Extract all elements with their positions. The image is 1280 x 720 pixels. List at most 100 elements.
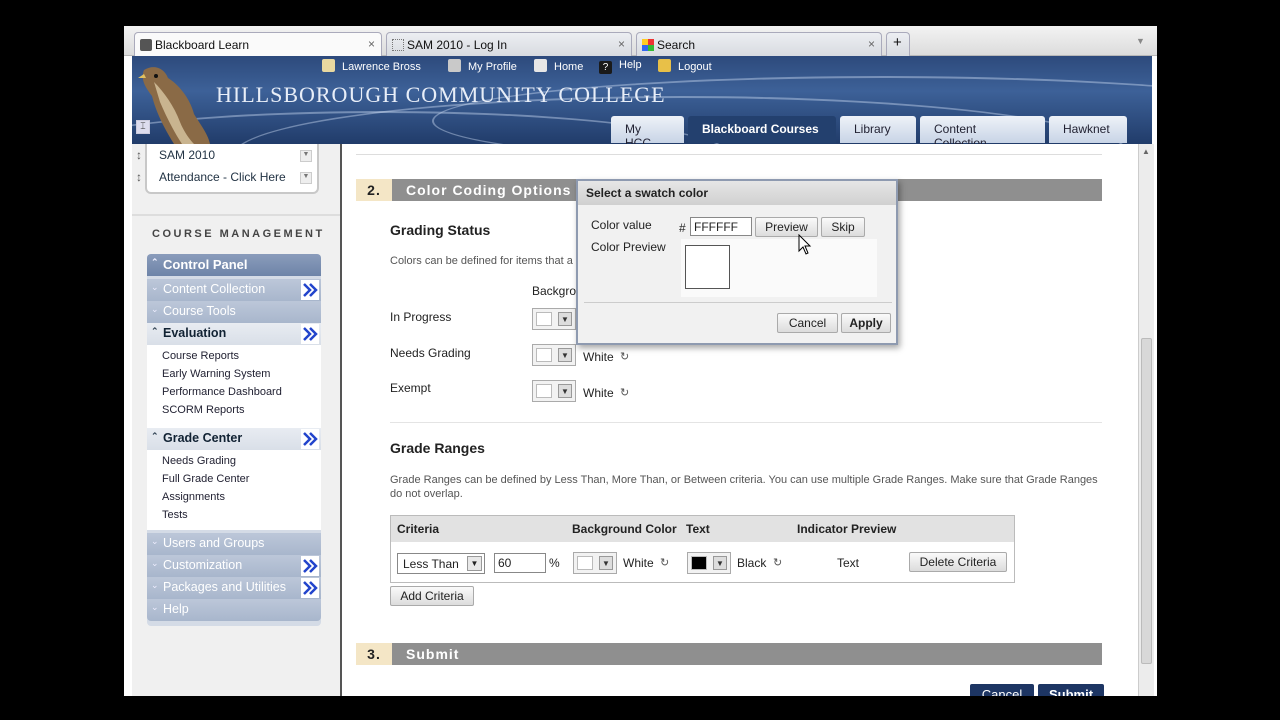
tab-label: My HCC: [625, 122, 651, 144]
tab-list-chevron-icon[interactable]: ▼: [1136, 36, 1145, 46]
tab-blackboard-learn[interactable]: Blackboard Learn ×: [134, 32, 382, 56]
cp-content-collection[interactable]: ⌄ Content Collection: [147, 279, 321, 301]
table-header-row: Criteria Background Color Text Indicator…: [391, 516, 1014, 542]
range-background-color-picker[interactable]: ▼: [573, 552, 617, 574]
reset-icon[interactable]: ↻: [620, 350, 629, 363]
link-label: Logout: [678, 61, 712, 73]
add-criteria-button[interactable]: Add Criteria: [390, 586, 474, 606]
submenu-performance-dashboard[interactable]: Performance Dashboard: [162, 386, 282, 398]
reset-icon[interactable]: ↻: [773, 556, 782, 569]
scrollbar-thumb[interactable]: [1141, 338, 1152, 664]
cancel-button[interactable]: Cancel: [970, 684, 1034, 696]
new-tab-button[interactable]: +: [886, 32, 910, 56]
cp-grade-center[interactable]: ⌃ Grade Center: [147, 428, 321, 450]
cp-packages-utilities[interactable]: ⌄ Packages and Utilities: [147, 577, 321, 599]
cp-row-label: Help: [163, 602, 189, 616]
range-text-color-picker[interactable]: ▼: [687, 552, 731, 574]
reset-icon[interactable]: ↻: [660, 556, 669, 569]
submenu-assignments[interactable]: Assignments: [162, 491, 225, 503]
item-options-icon[interactable]: ▼: [300, 150, 312, 162]
needs-grading-color-name: White: [583, 350, 614, 364]
double-chevron-right-icon[interactable]: [301, 556, 319, 576]
user-icon: [322, 59, 335, 72]
range-background-color-name: White: [623, 556, 654, 570]
submenu-course-reports[interactable]: Course Reports: [162, 350, 239, 362]
plus-icon: +: [893, 34, 902, 51]
tab-sam-2010[interactable]: SAM 2010 - Log In ×: [386, 32, 632, 56]
delete-criteria-button[interactable]: Delete Criteria: [909, 552, 1007, 572]
in-progress-color-picker[interactable]: ▼: [532, 308, 576, 330]
item-options-icon[interactable]: ▼: [300, 172, 312, 184]
blackboard-favicon-icon: [140, 39, 152, 51]
dialog-title: Select a swatch color: [578, 181, 896, 205]
col-indicator-preview: Indicator Preview: [797, 522, 897, 536]
chevron-down-icon: ▼: [467, 556, 482, 571]
cp-customization[interactable]: ⌄ Customization: [147, 555, 321, 577]
submenu-needs-grading[interactable]: Needs Grading: [162, 455, 236, 467]
help-link[interactable]: ? Help: [599, 59, 642, 74]
tab-blackboard-courses[interactable]: Blackboard Courses: [688, 116, 836, 143]
my-profile-link[interactable]: My Profile: [448, 59, 517, 73]
double-chevron-right-icon[interactable]: [301, 324, 319, 344]
home-link[interactable]: Home: [534, 59, 583, 73]
vertical-scrollbar[interactable]: ▲: [1138, 144, 1154, 696]
submenu-full-grade-center[interactable]: Full Grade Center: [162, 473, 249, 485]
color-preview-swatch: [685, 245, 730, 289]
submenu-tests[interactable]: Tests: [162, 509, 188, 521]
scroll-up-icon[interactable]: ▲: [1142, 147, 1150, 156]
page-favicon-icon: [392, 39, 404, 51]
grading-status-heading: Grading Status: [390, 222, 491, 238]
cp-course-tools[interactable]: ⌄ Course Tools: [147, 301, 321, 323]
percent-input[interactable]: 60: [494, 553, 546, 573]
logout-icon: [658, 59, 671, 72]
mouse-cursor-icon: [798, 234, 812, 255]
criteria-select[interactable]: Less Than ▼: [397, 553, 485, 574]
tab-content-collection[interactable]: Content Collection: [920, 116, 1045, 144]
grade-ranges-description-2: do not overlap.: [390, 488, 463, 500]
tab-close-icon[interactable]: ×: [868, 37, 875, 51]
submenu-scorm-reports[interactable]: SCORM Reports: [162, 404, 245, 416]
section-3-header: 3. Submit: [356, 643, 1102, 665]
divider: [356, 154, 1102, 155]
cp-help[interactable]: ⌄ Help: [147, 599, 321, 621]
double-chevron-right-icon[interactable]: [301, 578, 319, 598]
course-menu-item-sam-2010[interactable]: SAM 2010: [159, 148, 215, 162]
chevron-up-icon: ⌃: [151, 431, 159, 441]
submenu-early-warning[interactable]: Early Warning System: [162, 368, 270, 380]
col-background-color: Background Color: [572, 522, 677, 536]
dialog-cancel-button[interactable]: Cancel: [777, 313, 838, 333]
reset-icon[interactable]: ↻: [620, 386, 629, 399]
tab-my-hcc[interactable]: My HCC: [611, 116, 684, 144]
range-text-color-name: Black: [737, 556, 767, 570]
double-chevron-right-icon[interactable]: [301, 280, 319, 300]
control-panel-header[interactable]: ⌃ Control Panel: [147, 254, 321, 276]
browser-tab-strip: Blackboard Learn × SAM 2010 - Log In × S…: [124, 26, 1157, 56]
double-chevron-right-icon[interactable]: [301, 429, 319, 449]
resize-handle-icon[interactable]: ⌶: [136, 120, 150, 134]
color-preview-area: [681, 239, 877, 297]
tab-close-icon[interactable]: ×: [618, 37, 625, 51]
link-label: Home: [554, 61, 584, 73]
drag-handle-icon[interactable]: ↕: [136, 148, 142, 162]
chevron-down-icon: ⌄: [151, 536, 159, 546]
chevron-down-icon: ▼: [713, 556, 727, 570]
course-menu-item-attendance[interactable]: Attendance - Click Here: [159, 170, 286, 184]
cp-evaluation[interactable]: ⌃ Evaluation: [147, 323, 321, 345]
col-text: Text: [686, 522, 710, 536]
color-swatch: [536, 348, 552, 362]
tab-search[interactable]: Search ×: [636, 32, 882, 56]
cp-row-label: Grade Center: [163, 431, 243, 445]
drag-handle-icon[interactable]: ↕: [136, 170, 142, 184]
tab-close-icon[interactable]: ×: [368, 37, 375, 51]
color-value-input[interactable]: FFFFFF: [690, 217, 752, 236]
exempt-color-picker[interactable]: ▼: [532, 380, 576, 402]
skip-button[interactable]: Skip: [821, 217, 865, 237]
tab-hawknet[interactable]: Hawknet: [1049, 116, 1127, 143]
submit-button[interactable]: Submit: [1038, 684, 1104, 696]
needs-grading-color-picker[interactable]: ▼: [532, 344, 576, 366]
tab-library[interactable]: Library: [840, 116, 916, 143]
dialog-apply-button[interactable]: Apply: [841, 313, 891, 333]
section-number: 2.: [356, 179, 392, 201]
logout-link[interactable]: Logout: [658, 59, 712, 73]
cp-users-and-groups[interactable]: ⌄ Users and Groups: [147, 533, 321, 555]
